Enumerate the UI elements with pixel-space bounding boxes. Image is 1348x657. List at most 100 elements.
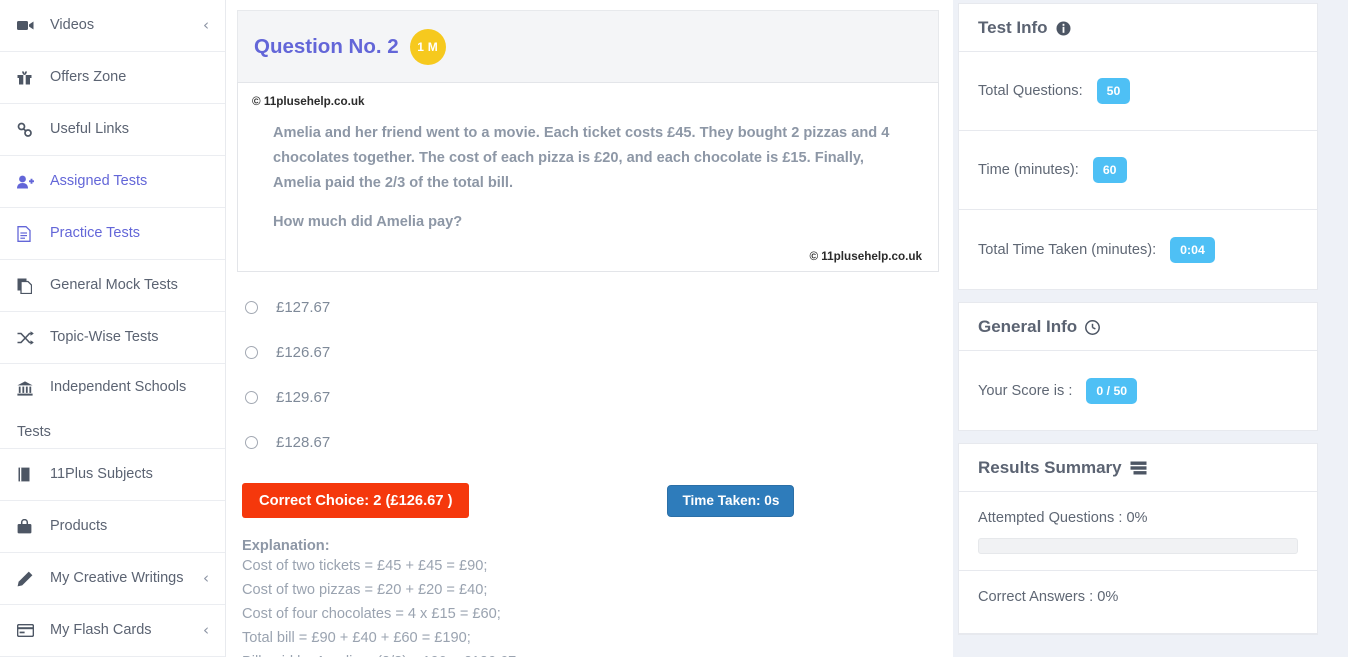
results-summary-header: Results Summary — [959, 444, 1317, 492]
test-info-row: Total Time Taken (minutes): 0:04 — [959, 210, 1317, 289]
sidebar-item-label: 11Plus Subjects — [50, 465, 153, 482]
book-icon — [17, 466, 39, 484]
sidebar-item-my-flash-cards[interactable]: My Flash Cards ‹ — [0, 605, 225, 657]
user-plus-icon — [17, 173, 39, 191]
result-button-row: Correct Choice: 2 (£126.67 ) Time Taken:… — [237, 483, 939, 518]
sidebar-item-independent-schools-tests[interactable]: Independent Schools Tests — [0, 364, 225, 449]
sidebar-item-label: Topic-Wise Tests — [50, 328, 159, 345]
sidebar-item-topic-wise-tests[interactable]: Topic-Wise Tests — [0, 312, 225, 364]
chevron-left-icon[interactable]: ‹ — [203, 18, 209, 33]
radio-icon[interactable] — [245, 346, 258, 359]
card-icon — [17, 622, 39, 640]
sidebar-item-general-mock-tests[interactable]: General Mock Tests — [0, 260, 225, 312]
test-info-header: Test Info — [959, 4, 1317, 52]
clock-icon — [1085, 319, 1101, 335]
sidebar-item-label: My Creative Writings — [50, 569, 184, 586]
chevron-left-icon[interactable]: ‹ — [203, 623, 209, 638]
explanation-line: Cost of two tickets = £45 + £45 = £90; — [242, 558, 488, 574]
sidebar-item-my-creative-writings[interactable]: My Creative Writings ‹ — [0, 553, 225, 605]
link-icon — [17, 121, 39, 139]
test-info-title: Test Info — [978, 18, 1048, 37]
attempted-questions-progressbar — [978, 538, 1298, 554]
results-summary-title: Results Summary — [978, 458, 1122, 477]
general-info-title: General Info — [978, 317, 1078, 336]
gift-icon — [17, 69, 39, 87]
question-text: Amelia and her friend went to a movie. E… — [273, 125, 890, 191]
answer-option-label: £128.67 — [276, 434, 331, 451]
test-info-card: Test Info Total Questions: 50 Time (minu… — [958, 3, 1318, 290]
question-panel: Question No. 2 1 M © 11plusehelp.co.uk A… — [226, 0, 953, 657]
test-info-row: Time (minutes): 60 — [959, 131, 1317, 210]
answer-option-label: £129.67 — [276, 389, 331, 406]
shuffle-icon — [17, 329, 39, 347]
time-minutes-value: 60 — [1092, 157, 1127, 183]
answer-option[interactable]: £128.67 — [242, 420, 939, 465]
correct-choice-button[interactable]: Correct Choice: 2 (£126.67 ) — [242, 483, 470, 518]
answer-option[interactable]: £127.67 — [242, 285, 939, 330]
explanation-title: Explanation: — [242, 538, 330, 554]
sidebar-item-label-line2: Tests — [17, 424, 51, 441]
sidebar-item-label: Products — [50, 517, 108, 534]
sidebar-item-label: Practice Tests — [50, 224, 140, 241]
pencil-icon — [17, 570, 39, 588]
row-label: Total Time Taken (minutes): — [978, 241, 1157, 258]
sidebar-item-products[interactable]: Products — [0, 501, 225, 553]
explanation-line: Cost of four chocolates = 4 x £15 = £60; — [242, 606, 501, 622]
sidebar-item-label: Independent Schools — [50, 379, 187, 395]
sidebar: Videos ‹ Offers Zone Useful Links Assign… — [0, 0, 226, 657]
sidebar-item-label: My Flash Cards — [50, 621, 152, 638]
sidebar-item-practice-tests[interactable]: Practice Tests — [0, 208, 225, 260]
app-root: Videos ‹ Offers Zone Useful Links Assign… — [0, 0, 1348, 657]
total-questions-value: 50 — [1096, 78, 1131, 104]
sidebar-item-offers-zone[interactable]: Offers Zone — [0, 52, 225, 104]
total-time-taken-value: 0:04 — [1170, 236, 1215, 263]
sidebar-item-11plus-subjects[interactable]: 11Plus Subjects — [0, 449, 225, 501]
file-text-icon — [17, 225, 39, 243]
question-header: Question No. 2 1 M — [237, 10, 939, 82]
results-summary-row: Attempted Questions : 0% — [959, 492, 1317, 571]
answer-options: £127.67 £126.67 £129.67 £128.67 — [237, 285, 939, 465]
radio-icon[interactable] — [245, 391, 258, 404]
test-info-row: Total Questions: 50 — [959, 52, 1317, 131]
radio-icon[interactable] — [245, 301, 258, 314]
time-taken-button[interactable]: Time Taken: 0s — [667, 484, 795, 517]
correct-answers-label: Correct Answers : 0% — [978, 589, 1119, 605]
row-label: Total Questions: — [978, 83, 1083, 99]
question-title: Question No. 2 — [254, 34, 399, 58]
sidebar-item-label: Useful Links — [50, 120, 129, 137]
sidebar-item-videos[interactable]: Videos ‹ — [0, 0, 225, 52]
answer-option-label: £126.67 — [276, 344, 331, 361]
question-body: © 11plusehelp.co.uk Amelia and her frien… — [237, 82, 939, 272]
attempted-questions-label: Attempted Questions : 0% — [978, 510, 1148, 526]
sidebar-item-useful-links[interactable]: Useful Links — [0, 104, 225, 156]
sidebar-item-label: Videos — [50, 16, 95, 33]
answer-option[interactable]: £129.67 — [242, 375, 939, 420]
radio-icon[interactable] — [245, 436, 258, 449]
score-value: 0 / 50 — [1086, 377, 1138, 404]
results-summary-card: Results Summary Attempted Questions : 0%… — [958, 443, 1318, 635]
results-summary-row: Correct Answers : 0% — [959, 571, 1317, 634]
answer-option-label: £127.67 — [276, 299, 331, 316]
marks-badge: 1 M — [409, 28, 446, 65]
row-label: Your Score is : — [978, 382, 1073, 399]
sidebar-item-label: Assigned Tests — [50, 172, 148, 189]
general-info-row: Your Score is : 0 / 50 — [959, 351, 1317, 430]
video-camera-icon — [17, 17, 39, 35]
copyright-bottom: © 11plusehelp.co.uk — [809, 250, 922, 263]
chevron-left-icon[interactable]: ‹ — [203, 571, 209, 586]
bank-icon — [17, 379, 39, 397]
explanation-line: Bill paid by Amelia = (2/3) x 190 = £126… — [237, 650, 939, 657]
general-info-header: General Info — [959, 303, 1317, 351]
answer-option[interactable]: £126.67 — [242, 330, 939, 375]
info-circle-icon — [1056, 21, 1071, 36]
explanation-line: Total bill = £90 + £40 + £60 = £190; — [242, 630, 471, 646]
question-prompt: How much did Amelia pay? — [273, 214, 463, 230]
server-list-icon — [1130, 461, 1147, 475]
copy-icon — [17, 277, 39, 295]
explanation-line: Cost of two pizzas = £20 + £20 = £40; — [242, 582, 488, 598]
sidebar-item-label: Offers Zone — [50, 68, 127, 85]
bag-icon — [17, 518, 39, 536]
sidebar-item-label: General Mock Tests — [50, 276, 178, 293]
general-info-card: General Info Your Score is : 0 / 50 — [958, 302, 1318, 431]
sidebar-item-assigned-tests[interactable]: Assigned Tests — [0, 156, 225, 208]
